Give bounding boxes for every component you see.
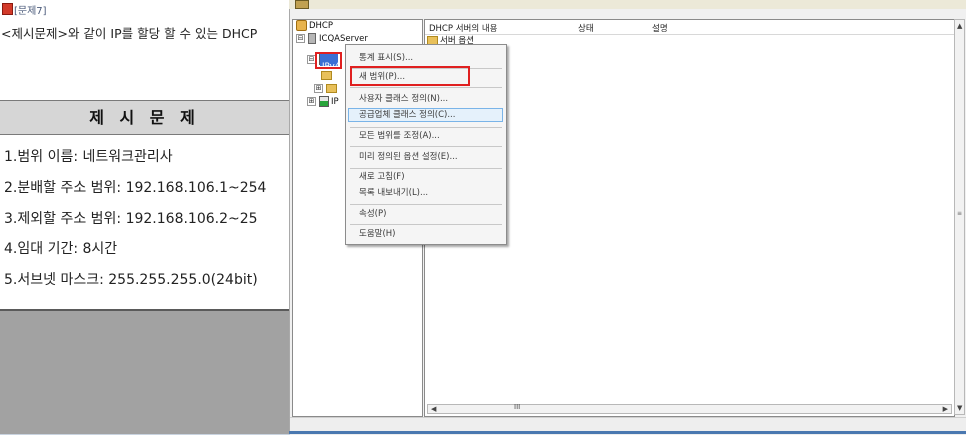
details-header: DHCP 서버의 내용 상태 설명 — [425, 20, 954, 35]
scroll-grip-icon[interactable]: III — [514, 403, 520, 411]
console-app-icon — [295, 0, 309, 9]
scroll-down-icon[interactable]: ▼ — [957, 404, 962, 412]
scroll-left-icon[interactable]: ◀ — [431, 405, 436, 413]
scroll-grip-icon[interactable]: ≡ — [957, 210, 962, 217]
menu-item-define-user-classes[interactable]: 사용자 클래스 정의(N)... — [346, 91, 506, 107]
dhcp-icon — [296, 20, 307, 31]
column-header-status[interactable]: 상태 — [578, 22, 594, 34]
menu-item-help[interactable]: 도움말(H) — [346, 226, 506, 242]
menu-separator — [350, 87, 502, 88]
tree-item-server-options[interactable] — [321, 70, 334, 83]
requirement-subnet-mask: 5.서브넷 마스크: 255.255.255.0(24bit) — [4, 272, 258, 288]
menu-item-set-predefined-options[interactable]: 미리 정의된 옵션 설정(E)... — [346, 149, 506, 165]
menu-separator — [350, 224, 502, 225]
folder-icon — [326, 84, 337, 93]
tree-item-filters[interactable]: ⊞ — [314, 83, 339, 96]
menu-item-display-statistics[interactable]: 통계 표시(S)... — [346, 50, 506, 66]
question-panel-footer — [0, 309, 289, 434]
ipv6-icon — [319, 96, 329, 107]
menu-separator — [350, 204, 502, 205]
tree-item-ipv6-label: IP — [331, 97, 339, 107]
requirements-header: 제 시 문 제 — [0, 100, 289, 135]
requirement-address-range: 2.분배할 주소 범위: 192.168.106.1~254 — [4, 180, 267, 196]
menu-separator — [350, 146, 502, 147]
tree-item-dhcp[interactable]: DHCP — [296, 20, 333, 33]
requirement-scope-name: 1.범위 이름: 네트워크관리사 — [4, 149, 173, 165]
console-toolbar — [289, 0, 966, 9]
question-panel: [문제7] <제시문제>와 같이 IP를 할당 할 수 있는 DHCP 제 시 … — [0, 0, 289, 434]
scroll-up-icon[interactable]: ▲ — [957, 22, 962, 30]
new-scope-red-highlight — [350, 66, 470, 86]
requirement-lease-duration: 4.임대 기간: 8시간 — [4, 241, 118, 257]
vertical-scrollbar[interactable]: ▲ ≡ ▼ — [954, 19, 965, 415]
tree-item-server-label: ICQAServer — [319, 34, 368, 44]
question-prompt: <제시문제>와 같이 IP를 할당 할 수 있는 DHCP — [1, 26, 258, 41]
ipv4-red-highlight — [315, 52, 342, 69]
question-title: [문제7] — [14, 6, 47, 17]
menu-item-export-list[interactable]: 목록 내보내기(L)... — [346, 185, 506, 201]
document-icon — [2, 3, 13, 15]
scroll-right-icon[interactable]: ▶ — [943, 405, 948, 413]
menu-item-properties[interactable]: 속성(P) — [346, 206, 506, 222]
expand-icon[interactable]: ⊞ — [314, 84, 323, 93]
question-titlebar: [문제7] — [0, 0, 289, 17]
requirement-exclusion-range: 3.제외할 주소 범위: 192.168.106.2~25 — [4, 211, 258, 227]
tree-item-ipv6[interactable]: ⊞ IP — [307, 96, 339, 109]
menu-item-refresh[interactable]: 새로 고침(F) — [346, 169, 506, 185]
menu-item-define-vendor-classes[interactable]: 공급업체 클래스 정의(C)... — [346, 107, 506, 123]
menu-item-reconcile-all-scopes[interactable]: 모든 범위를 조정(A)... — [346, 128, 506, 144]
horizontal-scrollbar[interactable]: ◀ III ▶ — [427, 403, 952, 414]
expand-icon[interactable]: ⊞ — [307, 97, 316, 106]
column-header-description[interactable]: 설명 — [652, 22, 668, 34]
tree-item-dhcp-label: DHCP — [309, 21, 333, 31]
column-header-content[interactable]: DHCP 서버의 내용 — [429, 22, 498, 34]
folder-icon — [321, 71, 332, 80]
ipv4-context-menu: 통계 표시(S)... 새 범위(P)... 사용자 클래스 정의(N)... … — [345, 44, 507, 245]
server-icon — [308, 33, 316, 44]
collapse-icon[interactable]: ⊟ — [296, 34, 305, 43]
